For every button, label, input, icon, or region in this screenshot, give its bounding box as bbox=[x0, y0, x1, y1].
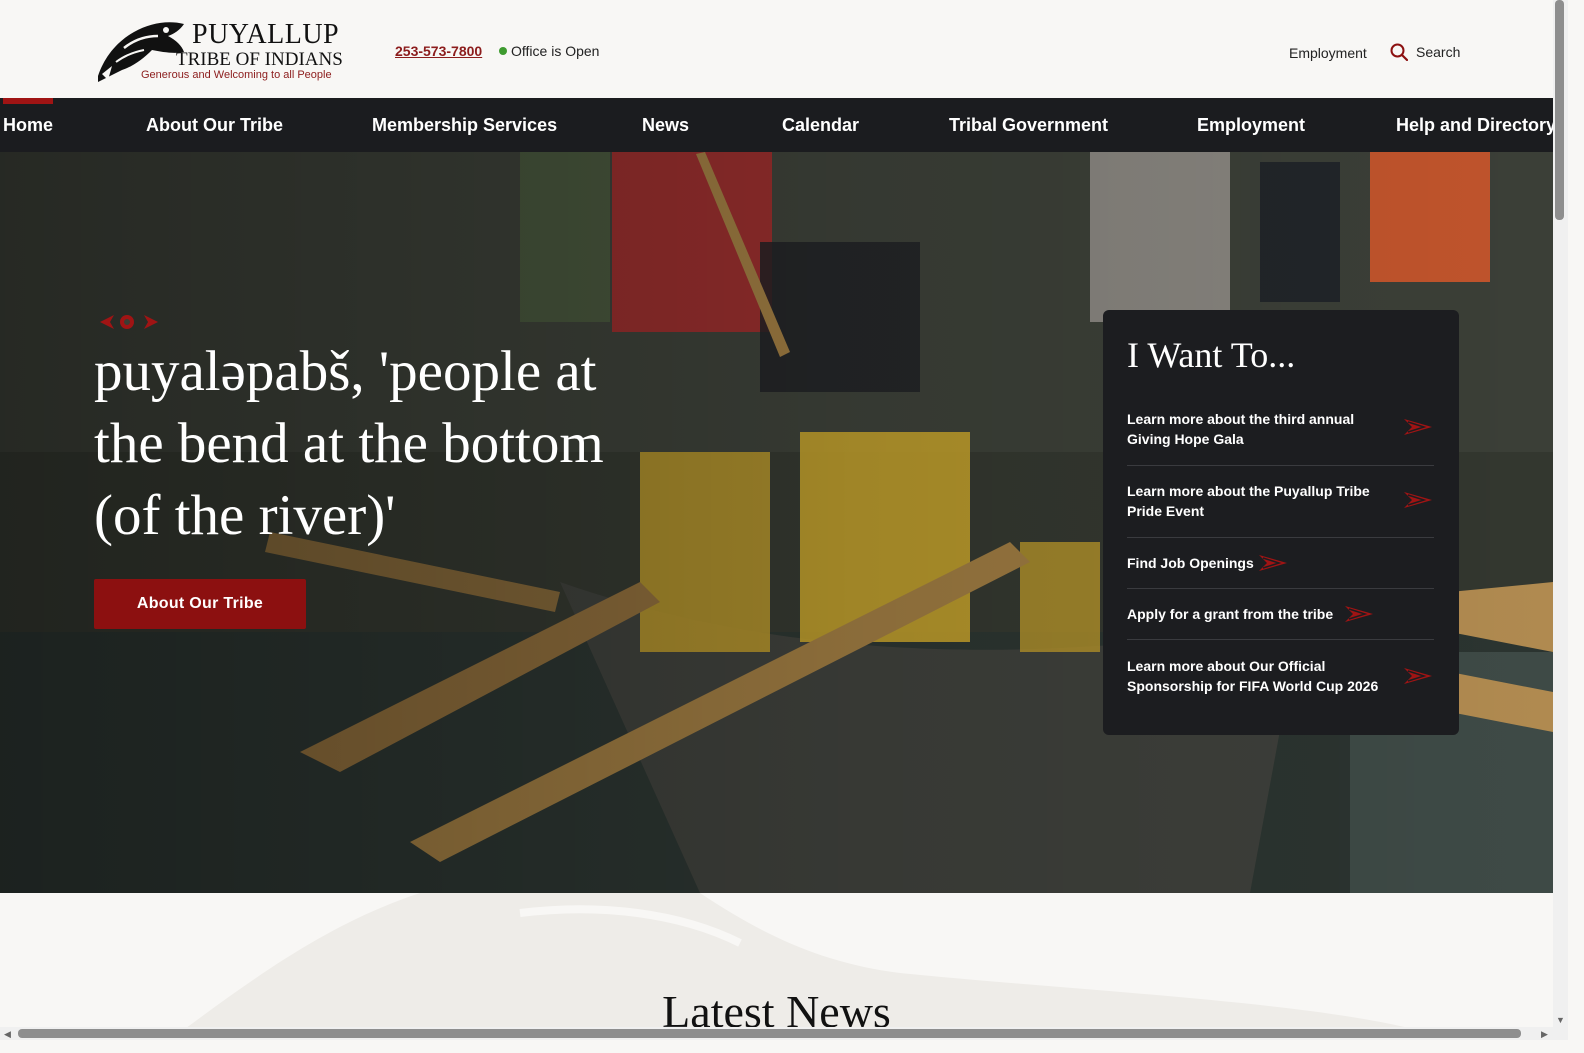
nav-item-membership-services[interactable]: Membership Services bbox=[372, 98, 557, 152]
logo-name: PUYALLUP bbox=[192, 19, 340, 50]
phone-link[interactable]: 253-573-7800 bbox=[395, 43, 482, 59]
site-logo[interactable]: PUYALLUP TRIBE OF INDIANS Generous and W… bbox=[94, 18, 354, 86]
i-want-to-panel: I Want To... Learn more about the third … bbox=[1103, 310, 1459, 735]
hero-section: puyaləpabš, 'people at the bend at the b… bbox=[0, 152, 1553, 893]
nav-item-news[interactable]: News bbox=[642, 98, 689, 152]
horizontal-scrollbar-thumb[interactable] bbox=[18, 1029, 1521, 1038]
site-header: PUYALLUP TRIBE OF INDIANS Generous and W… bbox=[0, 0, 1568, 98]
decorative-ornament-icon bbox=[100, 315, 158, 329]
about-our-tribe-button[interactable]: About Our Tribe bbox=[94, 579, 306, 629]
arrow-right-icon bbox=[1404, 419, 1432, 435]
arrow-right-icon bbox=[1404, 668, 1432, 684]
nav-item-about-our-tribe[interactable]: About Our Tribe bbox=[146, 98, 283, 152]
nav-item-calendar[interactable]: Calendar bbox=[782, 98, 859, 152]
office-status-text: Office is Open bbox=[511, 43, 600, 59]
search-label: Search bbox=[1416, 44, 1461, 60]
page: PUYALLUP TRIBE OF INDIANS Generous and W… bbox=[0, 0, 1568, 1040]
nav-item-employment[interactable]: Employment bbox=[1197, 98, 1305, 152]
main-nav: Home About Our Tribe Membership Services… bbox=[0, 98, 1556, 152]
i-want-to-item-label: Learn more about Our Official Sponsorshi… bbox=[1127, 658, 1379, 694]
latest-news-section: Latest News bbox=[0, 893, 1553, 1040]
hero-title: puyaləpabš, 'people at the bend at the b… bbox=[94, 340, 604, 547]
nav-item-help-and-directory[interactable]: Help and Directory bbox=[1396, 98, 1556, 152]
status-dot-icon bbox=[499, 47, 507, 55]
i-want-to-item-label: Find Job Openings bbox=[1127, 555, 1254, 571]
i-want-to-item-label: Learn more about the third annual Giving… bbox=[1127, 411, 1355, 447]
vertical-scrollbar-thumb[interactable] bbox=[1555, 0, 1564, 220]
i-want-to-item[interactable]: Learn more about the Puyallup Tribe Prid… bbox=[1127, 465, 1434, 538]
i-want-to-item[interactable]: Learn more about Our Official Sponsorshi… bbox=[1127, 639, 1434, 711]
search-icon bbox=[1390, 43, 1408, 61]
arrow-right-icon bbox=[1345, 606, 1373, 622]
scroll-down-arrow-icon[interactable]: ▼ bbox=[1556, 1015, 1565, 1025]
scroll-right-arrow-icon[interactable]: ▶ bbox=[1541, 1029, 1548, 1039]
utility-employment-link[interactable]: Employment bbox=[1289, 45, 1367, 61]
nav-item-tribal-government[interactable]: Tribal Government bbox=[949, 98, 1108, 152]
search-button[interactable]: Search bbox=[1390, 43, 1460, 61]
i-want-to-title: I Want To... bbox=[1127, 335, 1296, 375]
office-status: Office is Open bbox=[499, 43, 599, 59]
arrow-right-icon bbox=[1259, 555, 1287, 571]
i-want-to-item[interactable]: Find Job Openings bbox=[1127, 537, 1434, 589]
nav-item-home[interactable]: Home bbox=[3, 98, 53, 152]
i-want-to-item[interactable]: Learn more about the third annual Giving… bbox=[1127, 404, 1434, 466]
i-want-to-item[interactable]: Apply for a grant from the tribe bbox=[1127, 588, 1434, 640]
logo-tagline: Generous and Welcoming to all People bbox=[141, 69, 332, 81]
logo-subtitle: TRIBE OF INDIANS bbox=[176, 49, 343, 70]
scroll-left-arrow-icon[interactable]: ◀ bbox=[4, 1029, 11, 1039]
arrow-right-icon bbox=[1404, 492, 1432, 508]
i-want-to-item-label: Apply for a grant from the tribe bbox=[1127, 606, 1334, 622]
i-want-to-item-label: Learn more about the Puyallup Tribe Prid… bbox=[1127, 483, 1370, 519]
